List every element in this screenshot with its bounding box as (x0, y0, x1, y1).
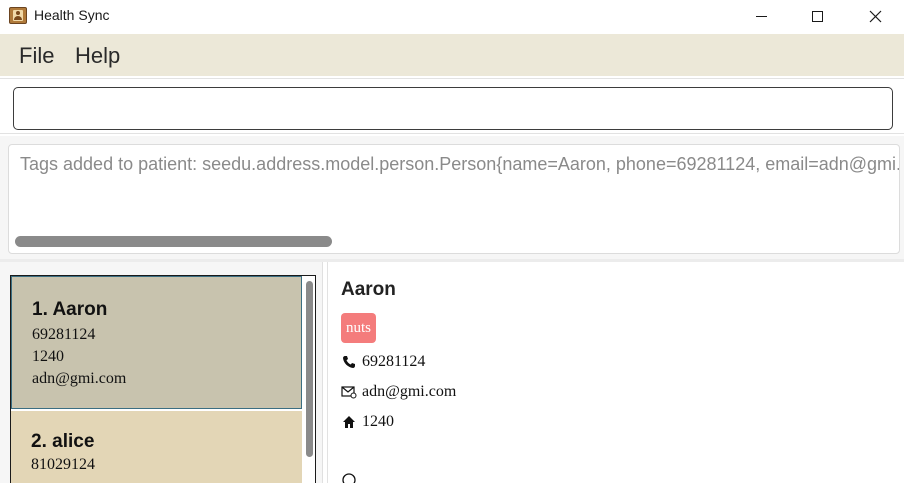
minimize-icon (755, 15, 767, 17)
home-icon (341, 414, 357, 430)
detail-phone-row: 69281124 (341, 353, 425, 371)
card-phone: 81029124 (31, 456, 95, 473)
card-phone: 69281124 (32, 326, 96, 343)
menu-file[interactable]: File (19, 43, 54, 69)
horizontal-scrollbar[interactable] (15, 236, 332, 247)
result-text: Tags added to patient: seedu.address.mod… (20, 154, 899, 174)
detail-name: Aaron (341, 279, 396, 300)
detail-address-row: 1240 (341, 413, 394, 431)
card-address: 1240 (32, 348, 64, 365)
detail-address: 1240 (362, 413, 394, 430)
detail-email: adn@gmi.com (362, 383, 457, 400)
email-icon (341, 384, 357, 400)
card-email: adn@gmi.com (32, 370, 127, 387)
result-display[interactable]: Tags added to patient: seedu.address.mod… (8, 144, 900, 254)
card-name: 2. alice (31, 431, 95, 452)
maximize-icon (811, 10, 823, 22)
info-icon (341, 472, 357, 483)
close-icon (869, 10, 881, 22)
result-pane: Tags added to patient: seedu.address.mod… (0, 136, 904, 259)
phone-icon (341, 354, 357, 370)
detail-email-row: adn@gmi.com (341, 383, 456, 401)
patient-list: 1. Aaron 69281124 1240 adn@gmi.com 2. al… (10, 275, 316, 483)
tag-badge: nuts (341, 313, 377, 343)
command-pane (0, 78, 904, 134)
menu-bar: File Help (0, 34, 904, 76)
command-input[interactable] (13, 87, 893, 130)
patient-card-1[interactable]: 1. Aaron 69281124 1240 adn@gmi.com (11, 276, 302, 409)
maximize-button[interactable] (794, 0, 840, 32)
window-title: Health Sync (34, 7, 110, 23)
patient-detail-pane: Aaron nuts 69281124 adn@gmi.com 1240 (327, 262, 904, 483)
menu-help[interactable]: Help (75, 43, 120, 69)
vertical-scrollbar[interactable] (306, 281, 313, 457)
patient-list-pane: 1. Aaron 69281124 1240 adn@gmi.com 2. al… (0, 262, 323, 483)
card-name: 1. Aaron (32, 299, 108, 320)
app-icon (9, 7, 27, 24)
minimize-button[interactable] (738, 0, 784, 32)
detail-phone: 69281124 (362, 353, 426, 370)
close-button[interactable] (852, 0, 898, 32)
patient-card-2[interactable]: 2. alice 81029124 (11, 411, 302, 483)
title-bar: Health Sync (0, 0, 904, 32)
